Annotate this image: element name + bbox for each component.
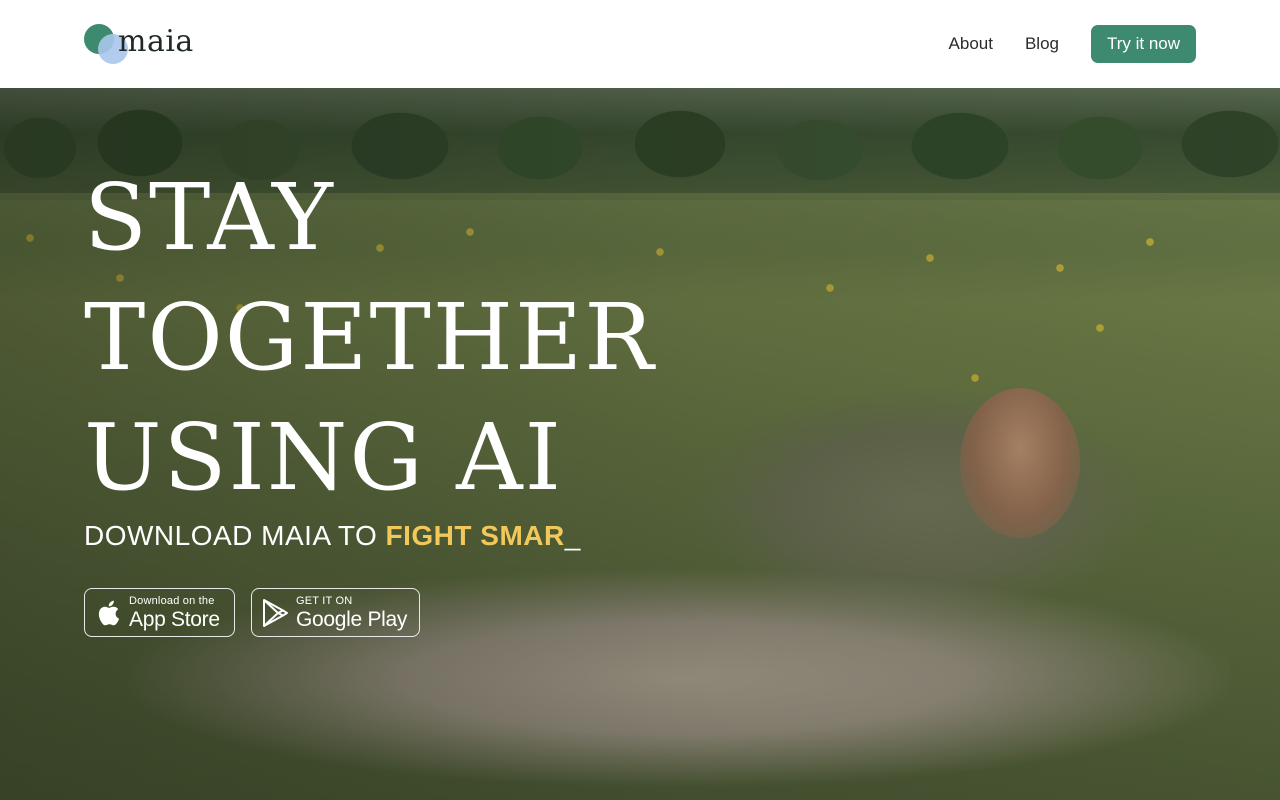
- hero-section: STAY TOGETHER USING AI DOWNLOAD MAIA TO …: [0, 88, 1280, 800]
- nav-about-link[interactable]: About: [949, 34, 993, 54]
- hero-headline: STAY TOGETHER USING AI: [84, 158, 655, 518]
- apple-icon: [93, 597, 123, 629]
- store-badges: Download on the App Store GET IT ON Goog…: [84, 588, 420, 637]
- typing-cursor: _: [564, 520, 581, 551]
- google-play-badge-text: GET IT ON Google Play: [296, 594, 408, 631]
- hero-subline: DOWNLOAD MAIA TO FIGHT SMAR_: [84, 520, 581, 552]
- logo-wordmark: maia: [118, 24, 194, 59]
- app-store-small-label: Download on the: [129, 594, 215, 607]
- headline-line-1: STAY: [84, 164, 335, 271]
- subline-prefix: DOWNLOAD MAIA TO: [84, 520, 386, 551]
- site-header: maia About Blog Try it now: [0, 0, 1280, 88]
- app-store-badge-text: Download on the App Store: [129, 594, 220, 631]
- google-play-icon: [260, 597, 290, 629]
- google-play-large-label: Google Play: [296, 607, 408, 631]
- app-store-badge[interactable]: Download on the App Store: [84, 588, 235, 637]
- headline-line-3: USING AI: [84, 404, 563, 511]
- headline-line-2: TOGETHER: [84, 284, 656, 391]
- maia-logo[interactable]: maia: [84, 22, 204, 66]
- google-play-small-label: GET IT ON: [296, 594, 353, 607]
- nav-blog-link[interactable]: Blog: [1025, 34, 1059, 54]
- subline-typed-text: FIGHT SMAR: [385, 520, 565, 551]
- google-play-badge[interactable]: GET IT ON Google Play: [251, 588, 420, 637]
- app-store-large-label: App Store: [129, 607, 220, 631]
- main-nav: About Blog Try it now: [949, 25, 1196, 63]
- try-it-now-button[interactable]: Try it now: [1091, 25, 1196, 63]
